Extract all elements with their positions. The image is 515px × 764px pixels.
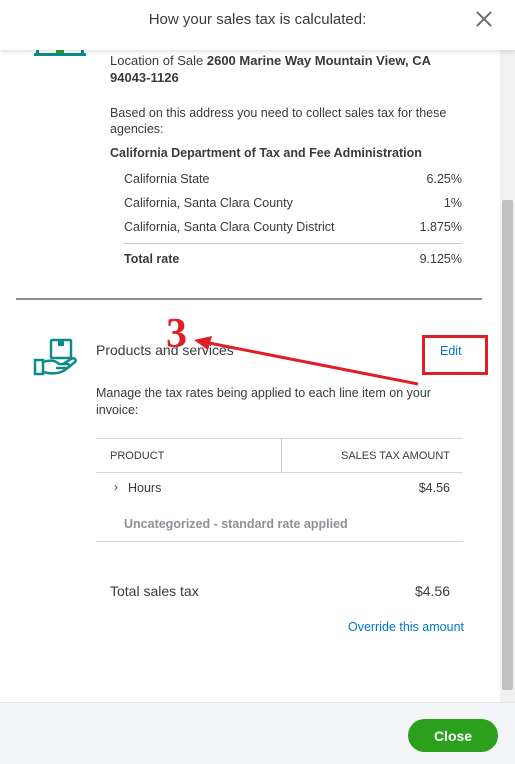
total-rate-value: 9.125% bbox=[419, 252, 462, 266]
rate-label: California State bbox=[124, 172, 210, 186]
rate-label: California, Santa Clara County bbox=[124, 196, 293, 210]
agencies-note: Based on this address you need to collec… bbox=[110, 106, 447, 136]
rate-row: California State 6.25% bbox=[124, 172, 462, 186]
rate-value: 6.25% bbox=[426, 172, 462, 186]
total-sales-tax-label: Total sales tax bbox=[110, 583, 199, 599]
close-icon[interactable] bbox=[473, 8, 495, 30]
column-divider bbox=[281, 438, 282, 472]
location-address-line1: 2600 Marine Way Mountain View, CA bbox=[206, 53, 432, 68]
section-divider bbox=[16, 298, 482, 300]
dialog-header: How your sales tax is calculated: bbox=[0, 0, 515, 50]
annotation-highlight-box bbox=[422, 335, 488, 375]
total-sales-tax-value: $4.56 bbox=[414, 583, 450, 599]
rate-value: 1.875% bbox=[419, 220, 462, 234]
line-item-name: Hours bbox=[128, 481, 162, 495]
table-bottom-border bbox=[96, 541, 463, 542]
dialog-footer: Close bbox=[0, 702, 515, 764]
line-item-amount: $4.56 bbox=[418, 481, 450, 495]
chevron-right-icon[interactable]: › bbox=[114, 480, 118, 494]
rate-row: California, Santa Clara County District … bbox=[124, 220, 462, 234]
annotation-number: 3 bbox=[166, 311, 187, 357]
rate-row: California, Santa Clara County 1% bbox=[124, 196, 462, 210]
products-services-icon bbox=[33, 338, 77, 376]
agency-name: California Department of Tax and Fee Adm… bbox=[110, 146, 422, 160]
table-header-border bbox=[96, 472, 463, 473]
products-description: Manage the tax rates being applied to ea… bbox=[96, 386, 431, 417]
column-header-sales-tax-amount: SALES TAX AMOUNT bbox=[340, 450, 450, 462]
total-rate-row: Total rate 9.125% bbox=[124, 252, 462, 266]
line-item-note: Uncategorized - standard rate applied bbox=[124, 517, 348, 531]
rate-label: California, Santa Clara County District bbox=[124, 220, 335, 234]
override-amount-link[interactable]: Override this amount bbox=[348, 620, 464, 634]
column-header-product: PRODUCT bbox=[110, 450, 165, 462]
location-of-sale: Location of Sale 2600 Marine Way Mountai… bbox=[110, 52, 440, 86]
rate-divider bbox=[124, 243, 462, 244]
annotation-arrow bbox=[194, 336, 419, 386]
table-top-border bbox=[96, 438, 463, 439]
scrollbar-thumb[interactable] bbox=[502, 200, 513, 690]
total-rate-label: Total rate bbox=[124, 252, 180, 266]
location-label: Location of Sale bbox=[110, 53, 204, 68]
dialog-title: How your sales tax is calculated: bbox=[148, 11, 367, 28]
location-address-line2: 94043-1126 bbox=[110, 70, 179, 85]
dialog-body[interactable]: Location of Sale 2600 Marine Way Mountai… bbox=[0, 50, 500, 702]
store-icon bbox=[34, 50, 86, 56]
close-button[interactable]: Close bbox=[408, 719, 498, 752]
rate-value: 1% bbox=[443, 196, 462, 210]
